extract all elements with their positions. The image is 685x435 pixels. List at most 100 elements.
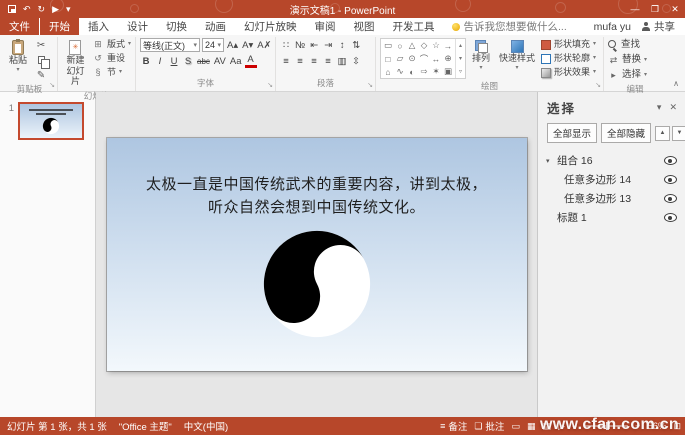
shape-gallery-item[interactable]: ▣ bbox=[442, 65, 454, 78]
shape-effects-button[interactable]: 形状效果 ▾ bbox=[541, 66, 596, 79]
collapse-icon[interactable]: ▾ bbox=[546, 157, 557, 165]
shape-gallery-item[interactable]: ✶ bbox=[430, 65, 442, 78]
gallery-up-icon[interactable]: ▴ bbox=[456, 39, 465, 52]
tab-review[interactable]: 审阅 bbox=[306, 18, 345, 35]
tab-slideshow[interactable]: 幻灯片放映 bbox=[235, 18, 306, 35]
theme-status[interactable]: "Office 主题" bbox=[119, 419, 172, 433]
shape-gallery-item[interactable]: ▭ bbox=[382, 39, 394, 52]
shape-gallery-item[interactable]: △ bbox=[406, 39, 418, 52]
shape-gallery-item[interactable]: ⊕ bbox=[442, 52, 454, 65]
notes-button[interactable]: ≡ 备注 bbox=[440, 419, 467, 433]
selection-item-freeform[interactable]: 任意多边形 14 bbox=[538, 170, 685, 189]
quick-styles-button[interactable]: 快速样式 ▾ bbox=[496, 38, 538, 73]
shape-gallery-item[interactable]: ○ bbox=[394, 39, 406, 52]
comments-button[interactable]: ❏ 批注 bbox=[474, 419, 504, 434]
bullets-button[interactable]: ∷ bbox=[280, 38, 292, 52]
shape-gallery-item[interactable]: ⌂ bbox=[382, 65, 394, 78]
tab-developer[interactable]: 开发工具 bbox=[384, 18, 444, 35]
selection-item-freeform[interactable]: 任意多边形 13 bbox=[538, 189, 685, 208]
show-all-button[interactable]: 全部显示 bbox=[547, 123, 598, 143]
pane-close-icon[interactable]: ✕ bbox=[669, 102, 677, 113]
dialog-launcher-icon[interactable]: ↘ bbox=[595, 81, 601, 89]
gallery-down-icon[interactable]: ▾ bbox=[456, 52, 465, 65]
increase-indent-button[interactable]: ⇥ bbox=[322, 38, 334, 52]
shape-fill-button[interactable]: 形状填充 ▾ bbox=[541, 38, 596, 51]
tab-file[interactable]: 文件 bbox=[0, 18, 39, 35]
slide-title-placeholder[interactable]: 太极一直是中国传统武术的重要内容，讲到太极， 听众自然会想到中国传统文化。 bbox=[146, 174, 487, 219]
send-backward-button[interactable]: ▼ bbox=[672, 125, 685, 141]
bring-forward-button[interactable]: ▲ bbox=[655, 125, 671, 141]
shape-gallery-item[interactable]: ◐ bbox=[406, 65, 418, 78]
pane-options-icon[interactable]: ▾ bbox=[657, 102, 662, 113]
tab-view[interactable]: 视图 bbox=[345, 18, 384, 35]
dialog-launcher-icon[interactable]: ↘ bbox=[267, 81, 273, 89]
text-shadow-button[interactable]: S bbox=[182, 54, 194, 68]
shrink-font-button[interactable]: A▾ bbox=[241, 38, 254, 52]
minimize-button[interactable]: — bbox=[625, 4, 645, 15]
start-slideshow-icon[interactable]: ▶ bbox=[52, 4, 59, 14]
shape-gallery-item[interactable]: ↔ bbox=[430, 52, 442, 65]
tab-transitions[interactable]: 切换 bbox=[157, 18, 196, 35]
visibility-eye-icon[interactable] bbox=[664, 156, 677, 165]
change-case-button[interactable]: Aa bbox=[229, 54, 243, 68]
tab-home[interactable]: 开始 bbox=[40, 18, 79, 35]
columns-button[interactable]: ▥ bbox=[336, 54, 348, 68]
tab-design[interactable]: 设计 bbox=[118, 18, 157, 35]
restore-button[interactable]: ❐ bbox=[645, 4, 665, 15]
font-color-button[interactable]: A bbox=[244, 55, 257, 68]
gallery-more-icon[interactable]: ▿ bbox=[456, 65, 465, 78]
character-spacing-button[interactable]: AV bbox=[213, 54, 227, 68]
slide-sorter-view-button[interactable]: ▦ bbox=[527, 421, 536, 432]
justify-button[interactable]: ≡ bbox=[322, 54, 334, 68]
underline-button[interactable]: U bbox=[168, 54, 180, 68]
align-left-button[interactable]: ≡ bbox=[280, 54, 292, 68]
shapes-gallery[interactable]: ▭ ○ △ ◇ ☆ → □ ▱ ⊙ ⌒ ↔ ⊕ ⌂ ∿ ◐ ⇨ ✶ ▣ ▴ ▾ … bbox=[380, 38, 466, 79]
visibility-eye-icon[interactable] bbox=[664, 175, 677, 184]
save-icon[interactable] bbox=[8, 5, 16, 13]
numbering-button[interactable]: № bbox=[294, 38, 306, 52]
copy-button[interactable] bbox=[33, 53, 50, 69]
align-text-button[interactable]: ⇳ bbox=[350, 54, 362, 68]
format-painter-button[interactable]: ✎ bbox=[33, 68, 49, 82]
collapse-ribbon-icon[interactable]: ∧ bbox=[673, 79, 679, 88]
shape-gallery-item[interactable]: ⊙ bbox=[406, 52, 418, 65]
tab-animations[interactable]: 动画 bbox=[196, 18, 235, 35]
reset-button[interactable]: ↺ 重设 bbox=[92, 52, 131, 65]
dialog-launcher-icon[interactable]: ↘ bbox=[49, 81, 55, 89]
shape-gallery-item[interactable]: □ bbox=[382, 52, 394, 65]
align-right-button[interactable]: ≡ bbox=[308, 54, 320, 68]
visibility-eye-icon[interactable] bbox=[664, 194, 677, 203]
dialog-launcher-icon[interactable]: ↘ bbox=[367, 81, 373, 89]
qat-customize-icon[interactable]: ▾ bbox=[66, 4, 71, 14]
line-spacing-button[interactable]: ↕ bbox=[336, 38, 348, 52]
redo-icon[interactable]: ↻ bbox=[38, 4, 46, 14]
clear-formatting-button[interactable]: A✗ bbox=[256, 38, 272, 52]
layout-button[interactable]: ⊞ 版式 ▾ bbox=[92, 38, 131, 51]
cut-button[interactable]: ✂ bbox=[33, 38, 49, 52]
slide[interactable]: 太极一直是中国传统武术的重要内容，讲到太极， 听众自然会想到中国传统文化。 bbox=[106, 138, 527, 371]
shape-gallery-item[interactable]: ☆ bbox=[430, 39, 442, 52]
visibility-eye-icon[interactable] bbox=[664, 213, 677, 222]
close-button[interactable]: ✕ bbox=[665, 4, 685, 15]
share-button[interactable]: 共享 bbox=[641, 19, 675, 34]
shape-gallery-item[interactable]: ⇨ bbox=[418, 65, 430, 78]
shape-gallery-item[interactable]: ◇ bbox=[418, 39, 430, 52]
shape-gallery-item[interactable]: → bbox=[442, 39, 454, 52]
tell-me-box[interactable]: 告诉我您想要做什么... bbox=[444, 18, 575, 35]
paste-button[interactable]: 粘贴 ▾ bbox=[6, 38, 30, 75]
font-name-select[interactable]: 等线(正文) ▾ bbox=[140, 38, 200, 52]
new-slide-button[interactable]: ✳ 新建 幻灯片 bbox=[62, 38, 89, 89]
italic-button[interactable]: I bbox=[154, 54, 166, 68]
replace-button[interactable]: ⇄ 替换 ▾ bbox=[608, 53, 647, 67]
find-button[interactable]: 查找 bbox=[608, 38, 647, 52]
language-status[interactable]: 中文(中国) bbox=[184, 419, 228, 433]
section-button[interactable]: § 节 ▾ bbox=[92, 66, 131, 79]
arrange-button[interactable]: 排列 ▾ bbox=[469, 38, 493, 73]
font-size-select[interactable]: 24 ▾ bbox=[202, 38, 224, 52]
slide-count-status[interactable]: 幻灯片 第 1 张，共 1 张 bbox=[7, 419, 107, 433]
normal-view-button[interactable]: ▭ bbox=[511, 421, 520, 432]
select-button[interactable]: ▸ 选择 ▾ bbox=[608, 68, 647, 82]
shape-gallery-item[interactable]: ∿ bbox=[394, 65, 406, 78]
selection-item-group[interactable]: ▾ 组合 16 bbox=[538, 151, 685, 170]
strikethrough-button[interactable]: abc bbox=[196, 54, 211, 68]
